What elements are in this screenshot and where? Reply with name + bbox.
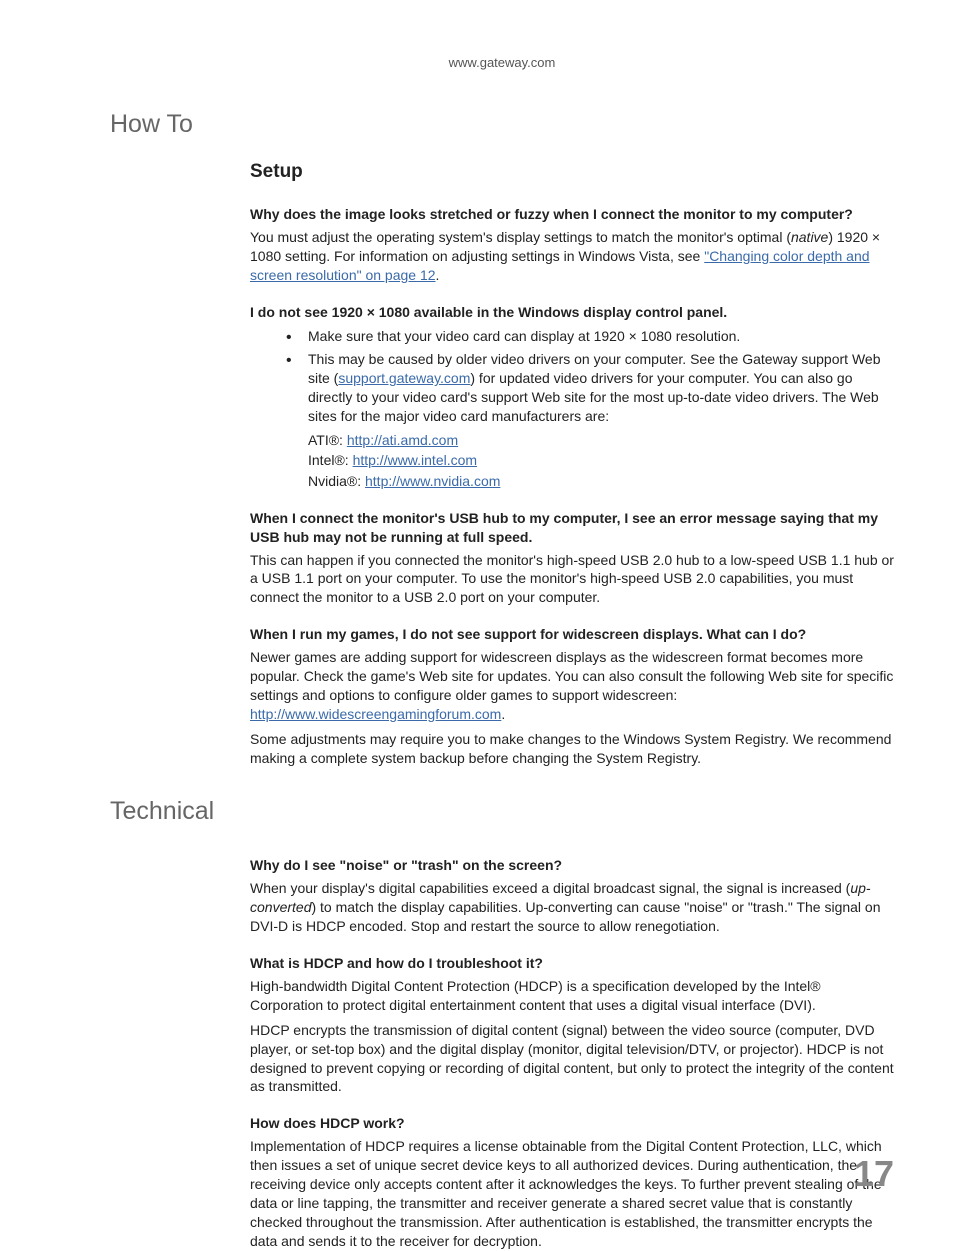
- faq-question: How does HDCP work?: [250, 1114, 894, 1133]
- faq-question: When I connect the monitor's USB hub to …: [250, 509, 894, 547]
- subsection-title-setup: Setup: [250, 161, 894, 183]
- faq-question: What is HDCP and how do I troubleshoot i…: [250, 954, 894, 973]
- section-title-technical: Technical: [110, 797, 894, 826]
- text: You must adjust the operating system's d…: [250, 229, 791, 245]
- faq-answer: Newer games are adding support for wides…: [250, 648, 894, 724]
- faq-answer: Implementation of HDCP requires a licens…: [250, 1137, 894, 1250]
- faq-question: When I run my games, I do not see suppor…: [250, 625, 894, 644]
- faq-answer: HDCP encrypts the transmission of digita…: [250, 1021, 894, 1097]
- vendor-link-row: ATI®: http://ati.amd.com: [308, 430, 894, 450]
- faq-answer: You must adjust the operating system's d…: [250, 228, 894, 285]
- bullet-list: Make sure that your video card can displ…: [280, 327, 894, 425]
- vendor-links: ATI®: http://ati.amd.com Intel®: http://…: [308, 430, 894, 491]
- faq-answer: When your display's digital capabilities…: [250, 879, 894, 936]
- page: www.gateway.com How To Setup Why does th…: [0, 0, 954, 1235]
- section-title-howto: How To: [110, 110, 894, 139]
- ati-link[interactable]: http://ati.amd.com: [347, 432, 458, 448]
- vendor-link-row: Nvidia®: http://www.nvidia.com: [308, 471, 894, 491]
- text: ) to match the display capabilities. Up-…: [250, 899, 881, 934]
- text: Newer games are adding support for wides…: [250, 649, 893, 703]
- faq-answer: Some adjustments may require you to make…: [250, 730, 894, 768]
- content-howto: Why does the image looks stretched or fu…: [250, 205, 894, 767]
- list-item: This may be caused by older video driver…: [280, 350, 894, 426]
- faq-question: Why do I see "noise" or "trash" on the s…: [250, 856, 894, 875]
- content-technical: Why do I see "noise" or "trash" on the s…: [250, 856, 894, 1250]
- text: When your display's digital capabilities…: [250, 880, 850, 896]
- vendor-label: Intel®:: [308, 452, 353, 468]
- list-item: Make sure that your video card can displ…: [280, 327, 894, 346]
- page-number: 17: [854, 1153, 894, 1195]
- vendor-link-row: Intel®: http://www.intel.com: [308, 450, 894, 470]
- widescreen-forum-link[interactable]: http://www.widescreengamingforum.com: [250, 706, 501, 722]
- faq-answer: This can happen if you connected the mon…: [250, 551, 894, 608]
- intel-link[interactable]: http://www.intel.com: [353, 452, 478, 468]
- support-link[interactable]: support.gateway.com: [338, 370, 470, 386]
- faq-question: I do not see 1920 × 1080 available in th…: [250, 303, 894, 322]
- faq-answer: High-bandwidth Digital Content Protectio…: [250, 977, 894, 1015]
- text: .: [501, 706, 505, 722]
- italic-text: native: [791, 229, 828, 245]
- faq-question: Why does the image looks stretched or fu…: [250, 205, 894, 224]
- nvidia-link[interactable]: http://www.nvidia.com: [365, 473, 500, 489]
- text: .: [436, 267, 440, 283]
- vendor-label: Nvidia®:: [308, 473, 365, 489]
- header-url: www.gateway.com: [110, 55, 894, 70]
- vendor-label: ATI®:: [308, 432, 347, 448]
